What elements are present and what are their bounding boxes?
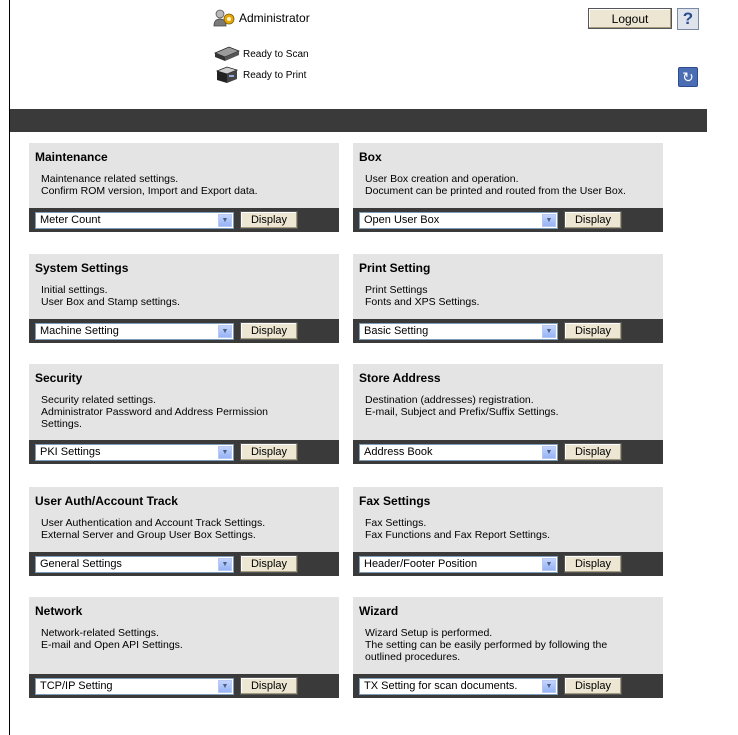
- select-value: Meter Count: [40, 214, 101, 226]
- network-display-button[interactable]: Display: [240, 677, 298, 695]
- box-select[interactable]: Open User Box ▼: [359, 212, 558, 229]
- chevron-down-icon[interactable]: ▼: [542, 558, 556, 571]
- card-description: User Box creation and operation. Documen…: [365, 173, 626, 197]
- security-display-button[interactable]: Display: [240, 443, 298, 461]
- select-value: Header/Footer Position: [364, 558, 478, 570]
- refresh-button[interactable]: ↻: [678, 67, 698, 87]
- card-wizard: Wizard Wizard Setup is performed. The se…: [353, 597, 663, 698]
- card-store-address: Store Address Destination (addresses) re…: [353, 364, 663, 464]
- card-description: Initial settings. User Box and Stamp set…: [41, 284, 180, 308]
- scanner-icon: [213, 46, 240, 61]
- printer-icon: [215, 66, 239, 83]
- card-description: Wizard Setup is performed. The setting c…: [365, 627, 608, 663]
- system-settings-select[interactable]: Machine Setting ▼: [35, 323, 234, 340]
- card-title: Fax Settings: [359, 494, 431, 508]
- card-title: Box: [359, 150, 382, 164]
- printer-status: Ready to Print: [213, 66, 306, 84]
- wizard-select[interactable]: TX Setting for scan documents. ▼: [359, 678, 558, 695]
- fax-settings-select[interactable]: Header/Footer Position ▼: [359, 556, 558, 573]
- select-value: General Settings: [40, 558, 122, 570]
- card-user-auth: User Auth/Account Track User Authenticat…: [29, 487, 339, 576]
- print-setting-display-button[interactable]: Display: [564, 322, 622, 340]
- system-settings-display-button[interactable]: Display: [240, 322, 298, 340]
- logout-button[interactable]: Logout: [588, 8, 672, 29]
- card-security: Security Security related settings. Admi…: [29, 364, 339, 464]
- card-title: System Settings: [35, 261, 129, 275]
- chevron-down-icon[interactable]: ▼: [218, 325, 232, 338]
- card-description: Fax Settings. Fax Functions and Fax Repo…: [365, 517, 551, 541]
- chevron-down-icon[interactable]: ▼: [542, 680, 556, 693]
- chevron-down-icon[interactable]: ▼: [542, 446, 556, 459]
- card-title: Store Address: [359, 371, 441, 385]
- chevron-down-icon[interactable]: ▼: [218, 214, 232, 227]
- maintenance-select[interactable]: Meter Count ▼: [35, 212, 234, 229]
- chevron-down-icon[interactable]: ▼: [218, 680, 232, 693]
- select-value: TCP/IP Setting: [40, 680, 113, 692]
- select-value: Basic Setting: [364, 325, 429, 337]
- card-system-settings: System Settings Initial settings. User B…: [29, 254, 339, 343]
- card-title: Maintenance: [35, 150, 108, 164]
- card-description: Destination (addresses) registration. E-…: [365, 394, 559, 418]
- print-setting-select[interactable]: Basic Setting ▼: [359, 323, 558, 340]
- card-title: Print Setting: [359, 261, 431, 275]
- card-description: User Authentication and Account Track Se…: [41, 517, 266, 541]
- select-value: Address Book: [364, 446, 433, 458]
- store-address-select[interactable]: Address Book ▼: [359, 444, 558, 461]
- chevron-down-icon[interactable]: ▼: [218, 446, 232, 459]
- refresh-icon: ↻: [682, 68, 694, 85]
- security-select[interactable]: PKI Settings ▼: [35, 444, 234, 461]
- scanner-status: Ready to Scan: [213, 45, 309, 63]
- scanner-status-text: Ready to Scan: [243, 48, 309, 60]
- card-description: Network-related Settings. E-mail and Ope…: [41, 627, 183, 651]
- select-value: Open User Box: [364, 214, 440, 226]
- maintenance-display-button[interactable]: Display: [240, 211, 298, 229]
- user-indicator: Administrator: [213, 9, 310, 27]
- select-value: PKI Settings: [40, 446, 101, 458]
- chevron-down-icon[interactable]: ▼: [218, 558, 232, 571]
- card-print-setting: Print Setting Print Settings Fonts and X…: [353, 254, 663, 343]
- user-auth-display-button[interactable]: Display: [240, 555, 298, 573]
- help-button[interactable]: ?: [677, 8, 699, 30]
- user-name: Administrator: [239, 11, 310, 25]
- administrator-icon: [213, 9, 235, 27]
- chevron-down-icon[interactable]: ▼: [542, 214, 556, 227]
- card-title: User Auth/Account Track: [35, 494, 178, 508]
- card-description: Security related settings. Administrator…: [41, 394, 269, 430]
- select-value: TX Setting for scan documents.: [364, 680, 518, 692]
- card-network: Network Network-related Settings. E-mail…: [29, 597, 339, 698]
- card-maintenance: Maintenance Maintenance related settings…: [29, 143, 339, 232]
- network-select[interactable]: TCP/IP Setting ▼: [35, 678, 234, 695]
- card-title: Wizard: [359, 604, 399, 618]
- box-display-button[interactable]: Display: [564, 211, 622, 229]
- printer-status-text: Ready to Print: [243, 69, 307, 81]
- card-box: Box User Box creation and operation. Doc…: [353, 143, 663, 232]
- fax-settings-display-button[interactable]: Display: [564, 555, 622, 573]
- chevron-down-icon[interactable]: ▼: [542, 325, 556, 338]
- menu-bar: [10, 109, 707, 132]
- card-title: Security: [35, 371, 83, 385]
- wizard-display-button[interactable]: Display: [564, 677, 622, 695]
- store-address-display-button[interactable]: Display: [564, 443, 622, 461]
- card-description: Maintenance related settings. Confirm RO…: [41, 173, 258, 197]
- card-description: Print Settings Fonts and XPS Settings.: [365, 284, 480, 308]
- select-value: Machine Setting: [40, 325, 119, 337]
- user-auth-select[interactable]: General Settings ▼: [35, 556, 234, 573]
- card-title: Network: [35, 604, 83, 618]
- card-fax-settings: Fax Settings Fax Settings. Fax Functions…: [353, 487, 663, 576]
